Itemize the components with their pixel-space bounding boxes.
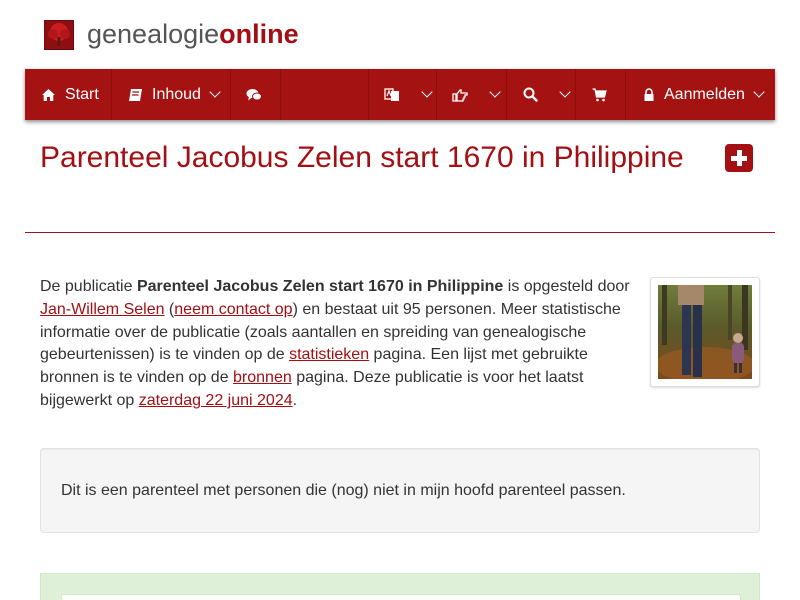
chevron-down-icon: [559, 86, 571, 98]
nav-start-label: Start: [65, 85, 99, 103]
site-logo-text[interactable]: genealogieonline: [87, 18, 299, 50]
chevron-down-icon: [489, 86, 501, 98]
cart-icon: [591, 87, 607, 103]
note-text: Dit is een parenteel met personen die (n…: [61, 482, 626, 499]
statistics-link[interactable]: statistieken: [289, 346, 369, 363]
plus-square-icon[interactable]: [725, 144, 753, 172]
nav-login-label: Aanmelden: [664, 85, 745, 103]
publication-name: Parenteel Jacobus Zelen start 1670 in Ph…: [136, 278, 504, 295]
nav-start[interactable]: Start: [25, 69, 112, 120]
nav-login[interactable]: Aanmelden: [626, 69, 775, 120]
info-panel-inner: [61, 594, 741, 600]
home-icon: [40, 87, 56, 103]
nav-forum[interactable]: [231, 69, 281, 120]
nav-actions[interactable]: [437, 69, 507, 120]
info-panel: [40, 573, 760, 600]
chevron-down-icon: [753, 86, 765, 98]
nav-inhoud[interactable]: Inhoud: [112, 69, 231, 120]
logo-text-light: genealogie: [87, 19, 220, 49]
intro-text: (: [164, 300, 175, 318]
nav-search[interactable]: [507, 69, 576, 120]
intro-text: De publicatie: [40, 278, 137, 295]
contact-link[interactable]: neem contact op: [174, 301, 292, 318]
site-header: genealogieonline: [0, 0, 800, 69]
tree-logo-icon[interactable]: [44, 20, 74, 50]
chevron-down-icon: [421, 86, 433, 98]
publication-intro: De publicatie Parenteel Jacobus Zelen st…: [40, 276, 635, 413]
sources-link[interactable]: bronnen: [233, 369, 292, 386]
comments-icon: [246, 87, 262, 103]
last-updated-link[interactable]: zaterdag 22 juni 2024: [139, 392, 293, 409]
chevron-down-icon: [209, 86, 221, 98]
intro-text: is opgesteld door: [503, 278, 630, 295]
intro-text: .: [292, 391, 298, 409]
lock-icon: [641, 87, 657, 103]
title-divider: [25, 232, 775, 233]
author-photo[interactable]: [650, 277, 760, 387]
nav-language[interactable]: [368, 69, 437, 120]
hand-pointer-icon: [452, 87, 468, 103]
publication-note: Dit is een parenteel met personen die (n…: [40, 448, 760, 533]
main-navbar: Start Inhoud Aanmelden: [25, 69, 775, 120]
book-icon: [127, 87, 143, 103]
nav-shop[interactable]: [576, 69, 626, 120]
author-link[interactable]: Jan-Willem Selen: [40, 301, 164, 318]
search-icon: [522, 87, 538, 103]
page-title: Parenteel Jacobus Zelen start 1670 in Ph…: [40, 141, 684, 174]
nav-inhoud-label: Inhoud: [152, 85, 201, 103]
language-icon: [384, 87, 400, 103]
logo-text-bold: online: [219, 19, 299, 49]
